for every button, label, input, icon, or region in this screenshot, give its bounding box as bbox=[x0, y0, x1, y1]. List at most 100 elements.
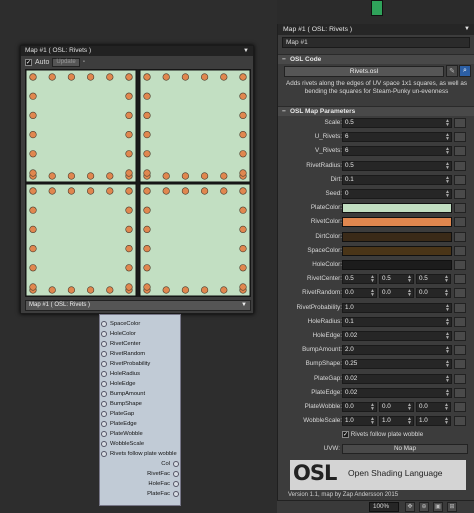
seed-spinner[interactable]: 0 ▲ ▼ bbox=[342, 189, 452, 199]
osl-file-button[interactable]: Rivets.osl bbox=[284, 66, 444, 77]
spinner-arrows-icon[interactable]: ▲ ▼ bbox=[445, 147, 450, 156]
preview-menu-icon[interactable]: ▼ bbox=[243, 46, 249, 56]
spinner-arrows-icon[interactable]: ▲ ▼ bbox=[370, 417, 375, 426]
plate-color-map-button[interactable] bbox=[454, 203, 466, 214]
spinner-arrows-icon[interactable]: ▲ ▼ bbox=[445, 374, 450, 383]
space-color-swatch[interactable] bbox=[342, 245, 452, 256]
v-rivets-map-button[interactable] bbox=[454, 146, 466, 157]
bump-amount-map-button[interactable] bbox=[454, 345, 466, 356]
auto-checkbox[interactable]: ✓ bbox=[25, 58, 32, 66]
hole-radius-map-button[interactable] bbox=[454, 316, 466, 327]
rivet-radius-spinner[interactable]: 0.5 ▲ ▼ bbox=[342, 160, 452, 171]
node-output-socket[interactable]: HoleFac bbox=[100, 479, 180, 489]
spinner-arrows-icon[interactable]: ▲ ▼ bbox=[370, 275, 375, 284]
bump-shape-spinner[interactable]: 0.25 ▲ ▼ bbox=[342, 359, 452, 370]
socket-icon[interactable] bbox=[101, 451, 107, 457]
socket-icon[interactable] bbox=[101, 331, 107, 337]
spinner-arrows-icon[interactable]: ▲ ▼ bbox=[445, 175, 450, 184]
plate-wobble-spinner-y[interactable]: 0.0 ▲ ▼ bbox=[379, 402, 414, 412]
dirt-color-swatch[interactable] bbox=[342, 231, 452, 242]
osl-params-rollout-header[interactable]: − OSL Map Parameters bbox=[278, 106, 474, 116]
wobble-scale-spinner-z[interactable]: 1.0 ▲ ▼ bbox=[416, 416, 451, 427]
bump-shape-map-button[interactable] bbox=[454, 359, 466, 370]
spinner-arrows-icon[interactable]: ▲ ▼ bbox=[445, 303, 450, 312]
rivet-probability-map-button[interactable] bbox=[454, 302, 466, 313]
node-input-socket[interactable]: PlateWobble bbox=[100, 429, 180, 439]
node-input-socket[interactable]: BumpAmount bbox=[100, 389, 180, 399]
preview-window[interactable]: Map #1 ( OSL: Rivets ) ▼ ✓ Auto Update ▪… bbox=[20, 45, 254, 314]
u-rivets-spinner[interactable]: 6 ▲ ▼ bbox=[342, 132, 452, 143]
v-rivets-spinner[interactable]: 6 ▲ ▼ bbox=[342, 146, 452, 157]
rivet-color-map-button[interactable] bbox=[454, 217, 466, 228]
socket-icon[interactable] bbox=[173, 481, 179, 487]
hole-radius-spinner[interactable]: 0.1 ▲ ▼ bbox=[342, 316, 452, 327]
plate-edge-map-button[interactable] bbox=[454, 387, 466, 398]
spinner-arrows-icon[interactable]: ▲ ▼ bbox=[444, 275, 449, 284]
hole-color-map-button[interactable] bbox=[454, 260, 466, 270]
spinner-arrows-icon[interactable]: ▲ ▼ bbox=[407, 403, 412, 412]
socket-icon[interactable] bbox=[101, 341, 107, 347]
bump-amount-spinner[interactable]: 2.0 ▲ ▼ bbox=[342, 345, 452, 356]
socket-icon[interactable] bbox=[101, 431, 107, 437]
pin-icon[interactable]: ▪ bbox=[83, 59, 85, 65]
zoom-dropdown[interactable]: 100% bbox=[369, 502, 399, 512]
zoom-extents-icon[interactable]: ▣ bbox=[433, 502, 443, 512]
rivet-center-spinner-x[interactable]: 0.5 ▲ ▼ bbox=[342, 274, 377, 285]
rivet-center-spinner-z[interactable]: 0.5 ▲ ▼ bbox=[416, 274, 451, 285]
plate-color-swatch[interactable] bbox=[342, 203, 452, 214]
node-input-socket[interactable]: HoleRadius bbox=[100, 369, 180, 379]
plate-gap-spinner[interactable]: 0.02 ▲ ▼ bbox=[342, 373, 452, 384]
spinner-arrows-icon[interactable]: ▲ ▼ bbox=[444, 403, 449, 412]
hole-edge-map-button[interactable] bbox=[454, 331, 466, 341]
node-input-socket[interactable]: HoleColor bbox=[100, 329, 180, 339]
plate-wobble-spinner-z[interactable]: 0.0 ▲ ▼ bbox=[416, 402, 451, 412]
node-input-socket[interactable]: RivetRandom bbox=[100, 349, 180, 359]
socket-icon[interactable] bbox=[101, 441, 107, 447]
spinner-arrows-icon[interactable]: ▲ ▼ bbox=[407, 417, 412, 426]
map-name-field[interactable]: Map #1 bbox=[282, 37, 470, 48]
spinner-arrows-icon[interactable]: ▲ ▼ bbox=[445, 346, 450, 355]
rivets-follow-checkbox[interactable]: ✓ bbox=[342, 431, 349, 438]
rivet-radius-map-button[interactable] bbox=[454, 160, 466, 171]
spinner-arrows-icon[interactable]: ▲ ▼ bbox=[445, 119, 450, 128]
rivet-center-map-button[interactable] bbox=[454, 274, 466, 285]
rivet-random-map-button[interactable] bbox=[454, 288, 466, 299]
spinner-arrows-icon[interactable]: ▲ ▼ bbox=[445, 161, 450, 170]
osl-code-rollout-header[interactable]: − OSL Code bbox=[278, 54, 474, 64]
rivet-random-spinner-y[interactable]: 0.0 ▲ ▼ bbox=[379, 288, 414, 299]
edit-icon[interactable]: ✎ bbox=[446, 65, 458, 77]
wobble-scale-spinner-x[interactable]: 1.0 ▲ ▼ bbox=[342, 416, 377, 427]
node-input-socket[interactable]: HoleEdge bbox=[100, 379, 180, 389]
uvw-map-button[interactable]: No Map bbox=[342, 444, 468, 454]
rivet-probability-spinner[interactable]: 1.0 ▲ ▼ bbox=[342, 302, 452, 313]
rivet-color-swatch[interactable] bbox=[342, 217, 452, 228]
fit-icon[interactable]: ⊞ bbox=[447, 502, 457, 512]
dirt-color-map-button[interactable] bbox=[454, 231, 466, 242]
socket-icon[interactable] bbox=[101, 351, 107, 357]
wobble-scale-map-button[interactable] bbox=[454, 416, 466, 427]
node-input-socket[interactable]: BumpShape bbox=[100, 399, 180, 409]
pan-icon[interactable]: ✥ bbox=[405, 502, 415, 512]
node-input-socket[interactable]: RivetProbability bbox=[100, 359, 180, 369]
socket-icon[interactable] bbox=[101, 421, 107, 427]
wobble-scale-spinner-y[interactable]: 1.0 ▲ ▼ bbox=[379, 416, 414, 427]
zoom-icon[interactable]: ⊕ bbox=[419, 502, 429, 512]
plate-gap-map-button[interactable] bbox=[454, 373, 466, 384]
graph-node-green[interactable] bbox=[371, 0, 383, 16]
spinner-arrows-icon[interactable]: ▲ ▼ bbox=[445, 388, 450, 397]
node-input-socket[interactable]: Rivets follow plate wobble bbox=[100, 449, 180, 459]
node-output-socket[interactable]: Col bbox=[100, 459, 180, 469]
node-input-socket[interactable]: PlateEdge bbox=[100, 419, 180, 429]
socket-icon[interactable] bbox=[101, 321, 107, 327]
spinner-arrows-icon[interactable]: ▲ ▼ bbox=[445, 317, 450, 326]
spinner-arrows-icon[interactable]: ▲ ▼ bbox=[445, 190, 450, 199]
seed-map-button[interactable] bbox=[454, 189, 466, 199]
plate-wobble-spinner-x[interactable]: 0.0 ▲ ▼ bbox=[342, 402, 377, 412]
rivet-center-spinner-y[interactable]: 0.5 ▲ ▼ bbox=[379, 274, 414, 285]
node-input-socket[interactable]: WobbleScale bbox=[100, 439, 180, 449]
node-output-socket[interactable]: PlateFac bbox=[100, 489, 180, 499]
u-rivets-map-button[interactable] bbox=[454, 132, 466, 143]
spinner-arrows-icon[interactable]: ▲ ▼ bbox=[370, 289, 375, 298]
dirt-spinner[interactable]: 0.1 ▲ ▼ bbox=[342, 174, 452, 185]
node-output-socket[interactable]: RivetFac bbox=[100, 469, 180, 479]
